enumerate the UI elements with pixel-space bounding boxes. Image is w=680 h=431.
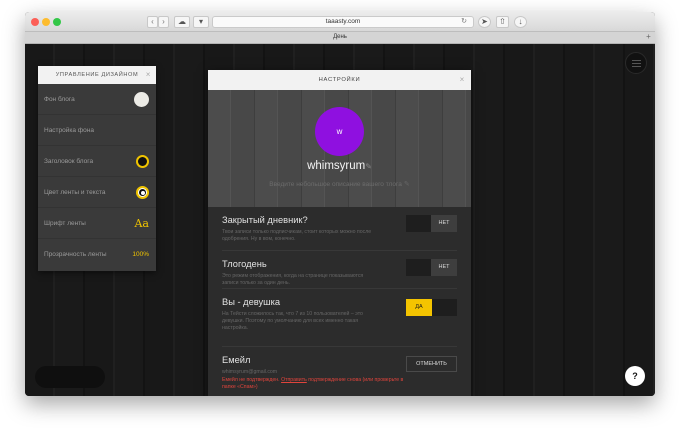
username[interactable]: whimsyrum✎ [208,160,471,172]
browser-window: ‹ › ☁ ▾ taaasty.com ↻ ➤ ⇧ ↓ День + ? УПР… [25,12,655,396]
email-warning: Емейл не подтвержден. Отправить подтверж… [222,377,412,391]
close-window-button[interactable] [31,18,39,26]
reload-icon[interactable]: ↻ [461,17,467,27]
design-panel: УПРАВЛЕНИЕ ДИЗАЙНОМ × Фон блога Настройк… [38,66,156,271]
pencil-icon[interactable]: ✎ [402,181,410,188]
cancel-email-button[interactable]: ОТМЕНИТЬ [406,356,457,372]
design-row-feed-color[interactable]: Цвет ленты и текста [38,177,156,208]
share-icon[interactable]: ⇧ [496,16,509,28]
browser-toolbar: ‹ › ☁ ▾ taaasty.com ↻ ➤ ⇧ ↓ [25,12,655,32]
design-row-label: Цвет ленты и текста [44,189,106,196]
email-warning-prefix: Емейл не подтвержден. [222,377,280,383]
username-text: whimsyrum [307,160,366,172]
tab-bar: День + [25,32,655,44]
profile-hero: w whimsyrum✎ Введите небольшое описание … [208,90,471,207]
design-row-label: Фон блога [44,96,75,103]
download-icon[interactable]: ↓ [514,16,527,28]
font-preview[interactable]: Aa [134,208,149,239]
page-content: ? УПРАВЛЕНИЕ ДИЗАЙНОМ × Фон блога Настро… [25,44,655,396]
settings-modal: НАСТРОЙКИ × w whimsyrum✎ Введите небольш… [208,70,471,396]
toggle-label: НЕТ [431,259,457,276]
design-row-blog-background[interactable]: Фон блога [38,84,156,115]
close-icon[interactable]: × [460,70,465,90]
blog-description-placeholder: Введите небольшое описание вашего тлога [269,181,402,188]
back-icon[interactable]: ‹ [147,16,158,28]
toggle-label: ДА [406,299,432,316]
setting-tlogoday: Тлогодень Это режим отображения, когда н… [222,251,457,289]
private-toggle[interactable]: НЕТ [406,215,457,232]
tlogoday-toggle[interactable]: НЕТ [406,259,457,276]
zoom-window-button[interactable] [53,18,61,26]
design-row-background-settings[interactable]: Настройка фона [38,115,156,146]
url-text: taaasty.com [325,18,361,25]
settings-title: НАСТРОЙКИ [318,77,361,83]
setting-email: Емейл whimsyrum@gmail.com Емейл не подтв… [222,347,457,396]
blog-description-input[interactable]: Введите небольшое описание вашего тлога … [208,180,471,188]
design-row-label: Настройка фона [44,127,94,134]
design-row-label: Заголовок блога [44,158,94,165]
avatar[interactable]: w [315,107,364,156]
menu-button[interactable] [625,52,647,74]
help-button[interactable]: ? [625,366,645,386]
opacity-value[interactable]: 100% [132,239,149,270]
bottom-left-control[interactable] [35,366,105,388]
toggle-label: НЕТ [431,215,457,232]
design-panel-title: УПРАВЛЕНИЕ ДИЗАЙНОМ [55,72,139,78]
design-panel-header: УПРАВЛЕНИЕ ДИЗАЙНОМ × [38,66,156,84]
feed-color-picker[interactable] [136,186,149,199]
setting-description: Твои записи только подписчикам, стоит ко… [222,229,372,242]
design-row-label: Прозрачность ленты [44,251,107,258]
setting-private: Закрытый дневник? Твои записи только под… [222,207,457,251]
resend-link[interactable]: Отправить [281,377,307,383]
header-color-picker[interactable] [136,155,149,168]
background-color-swatch[interactable] [134,92,149,107]
setting-description: На Тейсти cложилось так, что 7 из 10 пол… [222,311,363,331]
design-row-blog-header[interactable]: Заголовок блога [38,146,156,177]
compass-icon[interactable]: ➤ [478,16,491,28]
minimize-window-button[interactable] [42,18,50,26]
cloud-icon[interactable]: ☁ [174,16,190,28]
address-bar[interactable]: taaasty.com ↻ [212,16,474,28]
settings-header: НАСТРОЙКИ × [208,70,471,90]
design-row-feed-opacity[interactable]: Прозрачность ленты 100% [38,239,156,270]
setting-description: Это режим отображения, когда на странице… [222,273,364,286]
design-row-feed-font[interactable]: Шрифт ленты Aa [38,208,156,239]
tab-title[interactable]: День [333,34,347,40]
forward-icon[interactable]: › [158,16,169,28]
female-toggle[interactable]: ДА [406,299,457,316]
pencil-icon[interactable]: ✎ [365,162,372,171]
pocket-icon[interactable]: ▾ [193,16,209,28]
new-tab-button[interactable]: + [644,33,653,42]
close-icon[interactable]: × [146,66,151,84]
setting-female: Вы - девушка На Тейсти cложилось так, чт… [222,289,457,347]
design-row-label: Шрифт ленты [44,220,86,227]
